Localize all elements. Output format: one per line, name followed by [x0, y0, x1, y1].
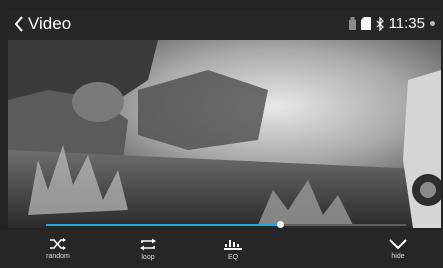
progress-bar[interactable] — [46, 221, 406, 228]
back-button[interactable]: Video — [14, 14, 71, 34]
usb-icon — [348, 17, 356, 30]
hide-chevron-icon — [389, 239, 407, 250]
sd-card-icon — [360, 17, 371, 30]
bluetooth-icon — [376, 16, 384, 31]
hide-label: hide — [391, 253, 405, 260]
back-chevron-icon — [14, 16, 23, 32]
shuffle-icon — [50, 238, 66, 250]
equalizer-icon — [224, 240, 242, 250]
loop-button[interactable]: loop — [124, 238, 172, 261]
status-dot-icon — [430, 21, 435, 26]
loop-icon — [140, 238, 156, 251]
hide-button[interactable]: hide — [374, 238, 422, 260]
screen-title: Video — [28, 14, 72, 33]
top-bar: Video 11:35 — [8, 10, 441, 40]
status-area: 11:35 — [348, 15, 435, 32]
progress-fill — [46, 224, 280, 226]
clock: 11:35 — [388, 15, 425, 32]
player-screen: Video 11:35 random loop EQ hide — [0, 0, 443, 268]
video-frame[interactable] — [8, 40, 441, 228]
random-button[interactable]: random — [34, 238, 82, 260]
progress-handle[interactable] — [276, 221, 284, 228]
random-label: random — [46, 253, 70, 260]
eq-label: EQ — [227, 254, 239, 261]
control-bar: random loop EQ hide — [0, 230, 443, 268]
video-image — [8, 40, 441, 228]
eq-button[interactable]: EQ — [209, 238, 257, 261]
loop-label: loop — [141, 254, 155, 261]
